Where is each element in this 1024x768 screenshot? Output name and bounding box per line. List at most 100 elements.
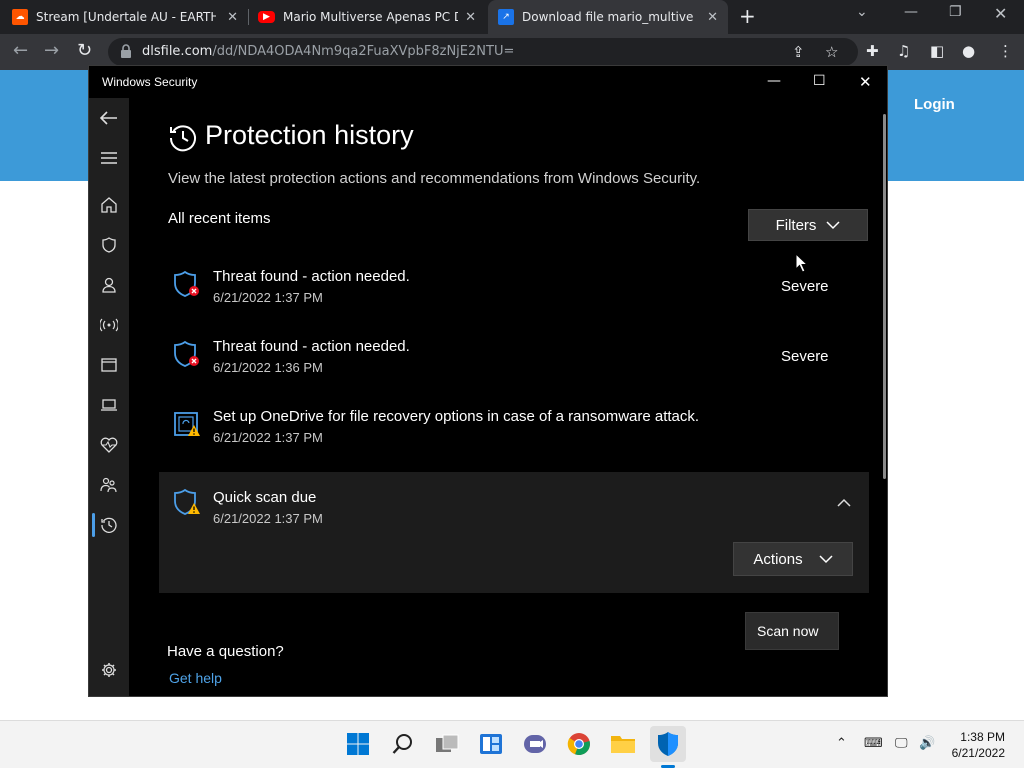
network-icon[interactable]: 🖵 <box>895 736 908 751</box>
tab-separator <box>248 9 249 25</box>
virus-protection-shield-icon[interactable] <box>99 235 119 255</box>
item-timestamp: 6/21/2022 1:37 PM <box>213 511 323 526</box>
window-close-icon[interactable]: ✕ <box>859 73 872 91</box>
close-tab-icon[interactable]: ✕ <box>465 10 476 25</box>
clock-time: 1:38 PM <box>960 730 1005 744</box>
shield-error-icon <box>174 270 199 297</box>
minimize-icon[interactable]: — <box>904 4 918 20</box>
history-item[interactable]: Set up OneDrive for file recovery option… <box>159 398 869 460</box>
widgets-icon[interactable] <box>478 731 504 757</box>
item-timestamp: 6/21/2022 1:36 PM <box>213 360 323 375</box>
url-text: dlsfile.com/dd/NDA4ODA4Nm9qa2FuaXVpbF8zN… <box>142 44 514 59</box>
history-clock-icon <box>169 125 196 152</box>
soundcloud-icon: ☁ <box>12 9 28 25</box>
share-icon[interactable]: ⇪ <box>792 43 805 61</box>
filters-button[interactable]: Filters <box>748 209 868 241</box>
tab-title: Mario Multiverse Apenas PC Dow <box>283 10 458 24</box>
app-browser-control-icon[interactable] <box>99 355 119 375</box>
browser-tab-dlsfile[interactable]: ↗ Download file mario_multiverse_ ✕ <box>488 0 728 34</box>
window-titlebar: Windows Security — ☐ ✕ <box>89 66 887 98</box>
reload-icon[interactable]: ↻ <box>77 41 92 61</box>
chevron-down-icon <box>826 220 840 229</box>
history-item[interactable]: Threat found - action needed. 6/21/2022 … <box>159 258 869 320</box>
file-explorer-icon[interactable] <box>610 731 636 757</box>
tray-overflow-chevron-icon[interactable]: ⌃ <box>836 736 847 751</box>
extensions-icon[interactable]: ✚ <box>866 42 879 60</box>
filters-label: Filters <box>775 216 817 234</box>
account-protection-icon[interactable] <box>99 275 119 295</box>
device-performance-health-icon[interactable] <box>99 435 119 455</box>
login-link[interactable]: Login <box>914 96 955 113</box>
dlsfile-icon: ↗ <box>498 9 514 25</box>
tab-search-icon[interactable]: ⌄ <box>856 4 868 20</box>
close-tab-icon[interactable]: ✕ <box>707 10 718 25</box>
lock-icon[interactable] <box>120 44 132 58</box>
profile-avatar-icon[interactable]: ● <box>962 42 975 60</box>
windows-security-window: Windows Security — ☐ ✕ Protection histor… <box>88 65 888 697</box>
window-title: Windows Security <box>102 75 198 89</box>
system-clock[interactable]: 1:38 PM 6/21/2022 <box>952 729 1005 761</box>
back-icon[interactable]: ← <box>13 41 28 61</box>
severity-label: Severe <box>781 278 829 295</box>
item-timestamp: 6/21/2022 1:37 PM <box>213 430 323 445</box>
home-icon[interactable] <box>99 195 119 215</box>
firewall-network-icon[interactable] <box>99 315 119 335</box>
menu-dots-icon[interactable]: ⋮ <box>998 42 1013 60</box>
windows-start-icon[interactable] <box>345 731 371 757</box>
menu-item-label: Scan now <box>757 623 819 639</box>
restore-icon[interactable]: ❐ <box>949 4 962 20</box>
mouse-cursor-icon <box>795 253 809 273</box>
history-item-expanded[interactable]: Quick scan due 6/21/2022 1:37 PM Actions <box>159 472 869 593</box>
address-bar[interactable]: dlsfile.com/dd/NDA4ODA4Nm9qa2FuaXVpbF8zN… <box>108 38 858 66</box>
scrollbar-thumb[interactable] <box>883 114 886 479</box>
bookmark-star-icon[interactable]: ☆ <box>825 43 838 61</box>
task-view-icon[interactable] <box>434 731 460 757</box>
chrome-icon[interactable] <box>566 731 592 757</box>
page-title: Protection history <box>205 120 414 150</box>
shield-error-icon <box>174 340 199 367</box>
settings-gear-icon[interactable] <box>99 660 119 680</box>
protection-history-icon[interactable] <box>99 515 119 535</box>
shield-warning-icon <box>174 488 200 515</box>
severity-label: Severe <box>781 348 829 365</box>
family-options-icon[interactable] <box>99 475 119 495</box>
windows-taskbar: ⌃ ⌨ 🖵 🔊 1:38 PM 6/21/2022 <box>0 720 1024 768</box>
url-host: dlsfile.com <box>142 44 213 59</box>
chevron-up-icon[interactable] <box>837 498 851 508</box>
youtube-icon: ▶ <box>258 11 275 23</box>
device-security-icon[interactable] <box>99 395 119 415</box>
nav-rail <box>89 98 129 696</box>
browser-tab-soundcloud[interactable]: ☁ Stream [Undertale AU - EARTHSE ✕ <box>12 0 248 34</box>
hamburger-menu-icon[interactable] <box>99 148 119 168</box>
section-label: All recent items <box>168 210 271 227</box>
volume-icon[interactable]: 🔊 <box>919 736 935 751</box>
page-subtitle: View the latest protection actions and r… <box>168 170 701 187</box>
actions-label: Actions <box>753 550 803 568</box>
browser-tab-youtube[interactable]: ▶ Mario Multiverse Apenas PC Dow ✕ <box>258 0 486 34</box>
item-timestamp: 6/21/2022 1:37 PM <box>213 290 323 305</box>
window-minimize-icon[interactable]: — <box>767 73 781 89</box>
side-panel-icon[interactable]: ◧ <box>930 42 944 60</box>
browser-tab-strip: ☁ Stream [Undertale AU - EARTHSE ✕ ▶ Mar… <box>0 0 1024 34</box>
search-icon[interactable] <box>390 731 416 757</box>
close-tab-icon[interactable]: ✕ <box>227 10 238 25</box>
back-arrow-icon[interactable] <box>99 108 119 128</box>
item-title: Quick scan due <box>213 489 317 506</box>
new-tab-icon[interactable]: + <box>739 6 756 26</box>
actions-button[interactable]: Actions <box>733 542 853 576</box>
media-control-icon[interactable]: ♫ <box>897 42 910 60</box>
forward-icon[interactable]: → <box>44 41 59 61</box>
scan-now-menu-item[interactable]: Scan now <box>745 612 839 650</box>
close-icon[interactable]: ✕ <box>994 4 1007 23</box>
item-title: Threat found - action needed. <box>213 268 410 285</box>
selected-nav-indicator <box>92 513 95 537</box>
window-maximize-icon[interactable]: ☐ <box>813 73 826 89</box>
history-item[interactable]: Threat found - action needed. 6/21/2022 … <box>159 328 869 390</box>
item-title: Threat found - action needed. <box>213 338 410 355</box>
onedrive-warning-icon <box>174 412 200 436</box>
windows-security-taskbar-icon[interactable] <box>650 726 686 762</box>
get-help-link[interactable]: Get help <box>169 670 222 686</box>
clock-date: 6/21/2022 <box>951 746 1005 760</box>
keyboard-icon[interactable]: ⌨ <box>864 736 883 751</box>
teams-chat-icon[interactable] <box>522 731 548 757</box>
